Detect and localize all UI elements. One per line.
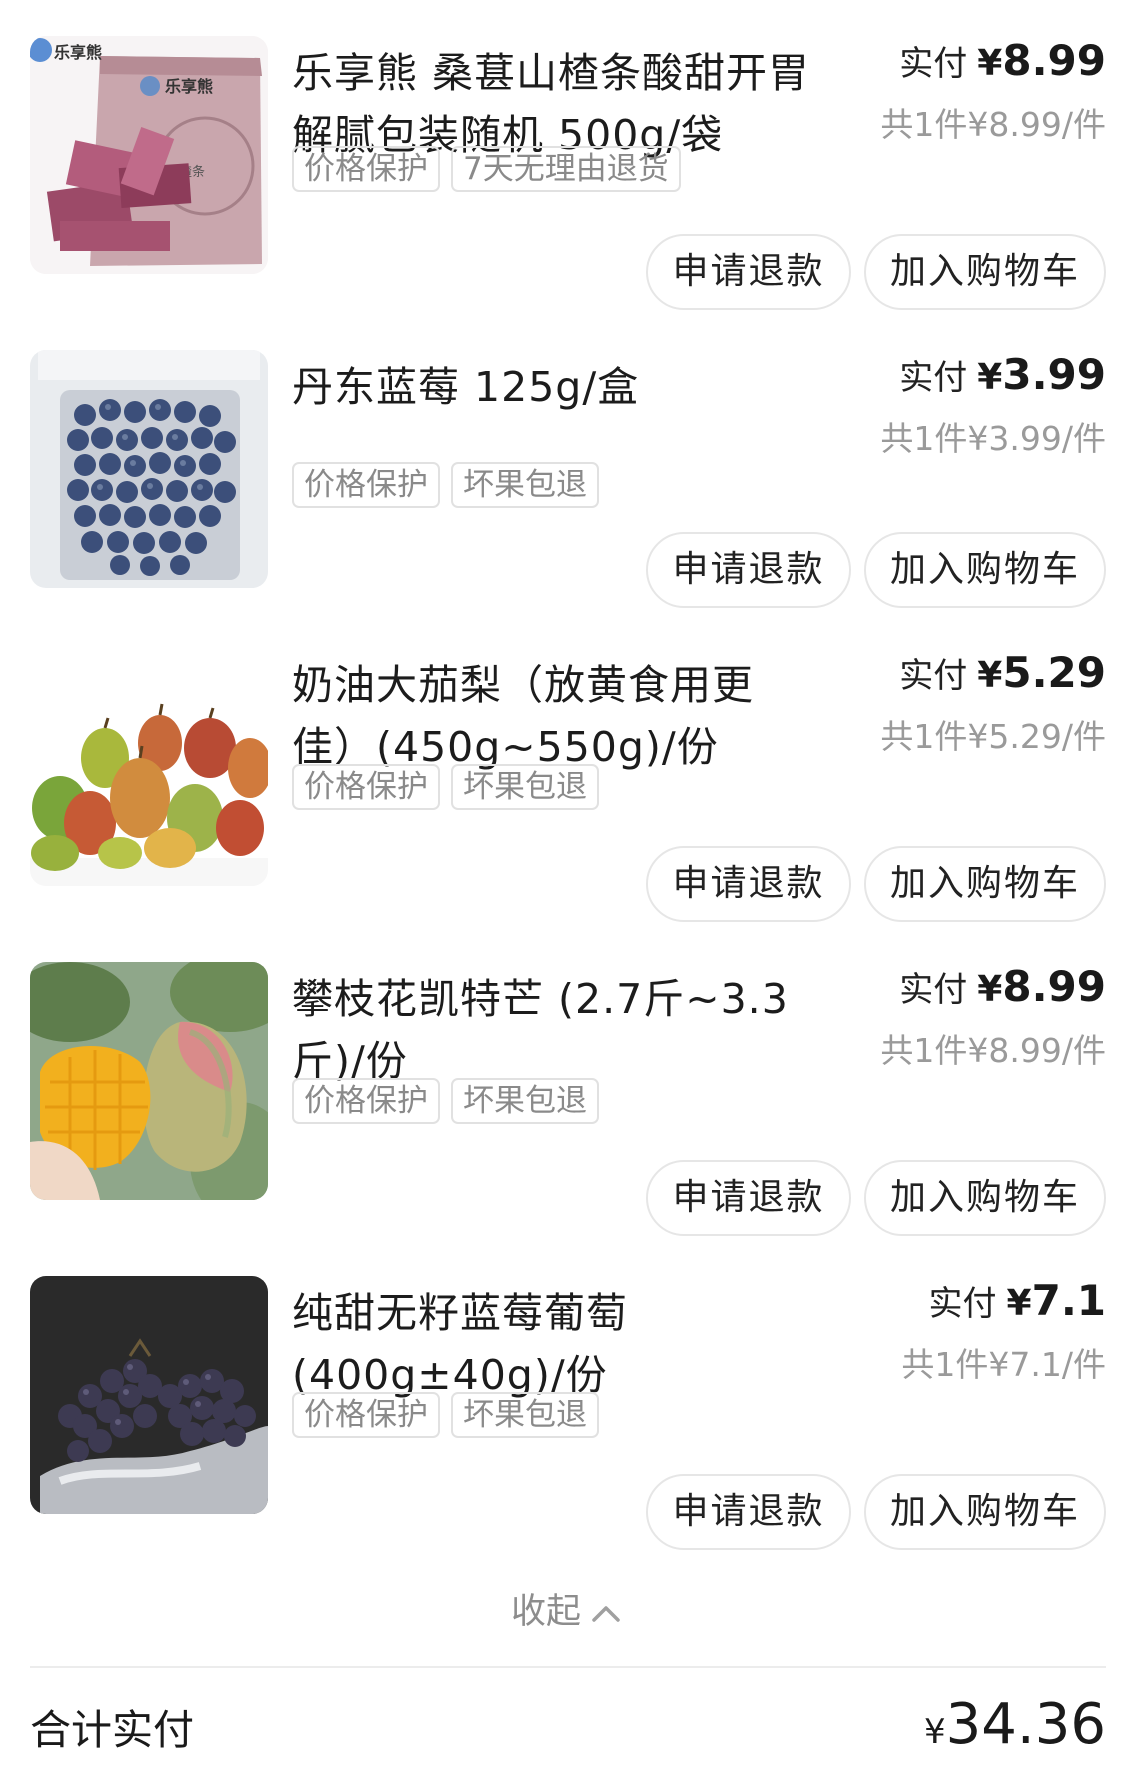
refund-button[interactable]: 申请退款: [646, 532, 851, 608]
total-amount: ¥34.36: [924, 1692, 1106, 1757]
tag-bad-fruit-refund: 坏果包退: [451, 1078, 599, 1124]
paid-currency: ¥: [977, 43, 1003, 84]
paid-price: 实付 ¥5.29: [899, 648, 1106, 710]
service-tags: 价格保护 坏果包退: [292, 1078, 599, 1124]
paid-amount: 8.99: [1002, 36, 1106, 85]
grapes-image: [30, 1276, 268, 1514]
refund-button[interactable]: 申请退款: [646, 846, 851, 922]
collapse-label: 收起: [510, 1592, 581, 1632]
svg-text:乐享熊: 乐享熊: [54, 43, 102, 62]
refund-button[interactable]: 申请退款: [646, 1474, 851, 1550]
paid-price: 实付 ¥8.99: [899, 962, 1106, 1024]
paid-amount: 3.99: [1002, 350, 1106, 399]
paid-label: 实付: [899, 44, 968, 84]
divider: [30, 1666, 1106, 1668]
refund-button[interactable]: 申请退款: [646, 1160, 851, 1236]
product-image-grapes[interactable]: [30, 1276, 268, 1514]
total-value: 34.36: [945, 1692, 1106, 1757]
paid-price: 实付 ¥3.99: [899, 350, 1106, 412]
order-item: 奶油大茄梨（放黄食用更佳）(450g~550g)/份 价格保护 坏果包退 实付 ¥…: [0, 648, 1132, 948]
tag-price-protection: 价格保护: [292, 764, 440, 810]
total-currency: ¥: [924, 1712, 946, 1752]
order-items-panel: 乐享熊 桑葚山楂条 乐享熊 乐享熊 桑葚山楂条酸甜开胃解腻包装随机 500g/袋…: [0, 0, 1132, 1772]
paid-currency: ¥: [977, 357, 1003, 398]
paid-label: 实付: [928, 1284, 997, 1324]
tag-bad-fruit-refund: 坏果包退: [451, 764, 599, 810]
collapse-toggle[interactable]: 收起: [0, 1582, 1132, 1642]
unit-price: 共1件¥5.29/件: [880, 717, 1106, 756]
paid-amount: 7.1: [1031, 1276, 1106, 1325]
mango-image: [30, 962, 268, 1200]
blueberries-image: [30, 350, 268, 588]
paid-price: 实付 ¥8.99: [899, 36, 1106, 98]
unit-price: 共1件¥8.99/件: [880, 1031, 1106, 1070]
paid-currency: ¥: [1006, 1283, 1032, 1324]
service-tags: 价格保护 7天无理由退货: [292, 146, 681, 192]
add-to-cart-button[interactable]: 加入购物车: [864, 1474, 1106, 1550]
product-image-mango[interactable]: [30, 962, 268, 1200]
tag-price-protection: 价格保护: [292, 146, 440, 192]
tag-price-protection: 价格保护: [292, 1078, 440, 1124]
unit-price: 共1件¥8.99/件: [880, 105, 1106, 144]
total-label: 合计实付: [30, 1706, 194, 1754]
product-image-blueberries[interactable]: [30, 350, 268, 588]
product-image-hawthorn-strips[interactable]: 乐享熊 桑葚山楂条 乐享熊: [30, 36, 268, 274]
add-to-cart-button[interactable]: 加入购物车: [864, 1160, 1106, 1236]
product-image-pears[interactable]: [30, 648, 268, 886]
paid-currency: ¥: [977, 969, 1003, 1010]
add-to-cart-button[interactable]: 加入购物车: [864, 234, 1106, 310]
paid-amount: 8.99: [1002, 962, 1106, 1011]
hawthorn-strips-image: 乐享熊 桑葚山楂条 乐享熊: [30, 36, 268, 274]
unit-price: 共1件¥7.1/件: [901, 1345, 1106, 1384]
service-tags: 价格保护 坏果包退: [292, 764, 599, 810]
paid-label: 实付: [899, 970, 968, 1010]
service-tags: 价格保护 坏果包退: [292, 462, 599, 508]
order-item: 攀枝花凯特芒 (2.7斤~3.3斤)/份 价格保护 坏果包退 实付 ¥8.99 共…: [0, 962, 1132, 1262]
add-to-cart-button[interactable]: 加入购物车: [864, 846, 1106, 922]
tag-bad-fruit-refund: 坏果包退: [451, 462, 599, 508]
product-title[interactable]: 攀枝花凯特芒 (2.7斤~3.3斤)/份: [292, 968, 812, 1092]
add-to-cart-button[interactable]: 加入购物车: [864, 532, 1106, 608]
tag-price-protection: 价格保护: [292, 462, 440, 508]
paid-amount: 5.29: [1002, 648, 1106, 697]
tag-bad-fruit-refund: 坏果包退: [451, 1392, 599, 1438]
refund-button[interactable]: 申请退款: [646, 234, 851, 310]
paid-currency: ¥: [977, 655, 1003, 696]
order-item: 丹东蓝莓 125g/盒 价格保护 坏果包退 实付 ¥3.99 共1件¥3.99/件…: [0, 350, 1132, 650]
pears-image: [30, 648, 268, 886]
tag-price-protection: 价格保护: [292, 1392, 440, 1438]
order-item: 纯甜无籽蓝莓葡萄 (400g±40g)/份 价格保护 坏果包退 实付 ¥7.1 共…: [0, 1276, 1132, 1576]
chevron-up-icon: [591, 1582, 621, 1642]
tag-return-policy: 7天无理由退货: [451, 146, 681, 192]
unit-price: 共1件¥3.99/件: [880, 419, 1106, 458]
product-title[interactable]: 奶油大茄梨（放黄食用更佳）(450g~550g)/份: [292, 654, 812, 778]
order-item: 乐享熊 桑葚山楂条 乐享熊 乐享熊 桑葚山楂条酸甜开胃解腻包装随机 500g/袋…: [0, 36, 1132, 336]
product-title[interactable]: 纯甜无籽蓝莓葡萄 (400g±40g)/份: [292, 1282, 812, 1406]
svg-text:乐享熊: 乐享熊: [165, 77, 213, 96]
product-title[interactable]: 丹东蓝莓 125g/盒: [292, 356, 812, 418]
paid-price: 实付 ¥7.1: [929, 1276, 1106, 1338]
paid-label: 实付: [899, 358, 968, 398]
service-tags: 价格保护 坏果包退: [292, 1392, 599, 1438]
paid-label: 实付: [899, 656, 968, 696]
